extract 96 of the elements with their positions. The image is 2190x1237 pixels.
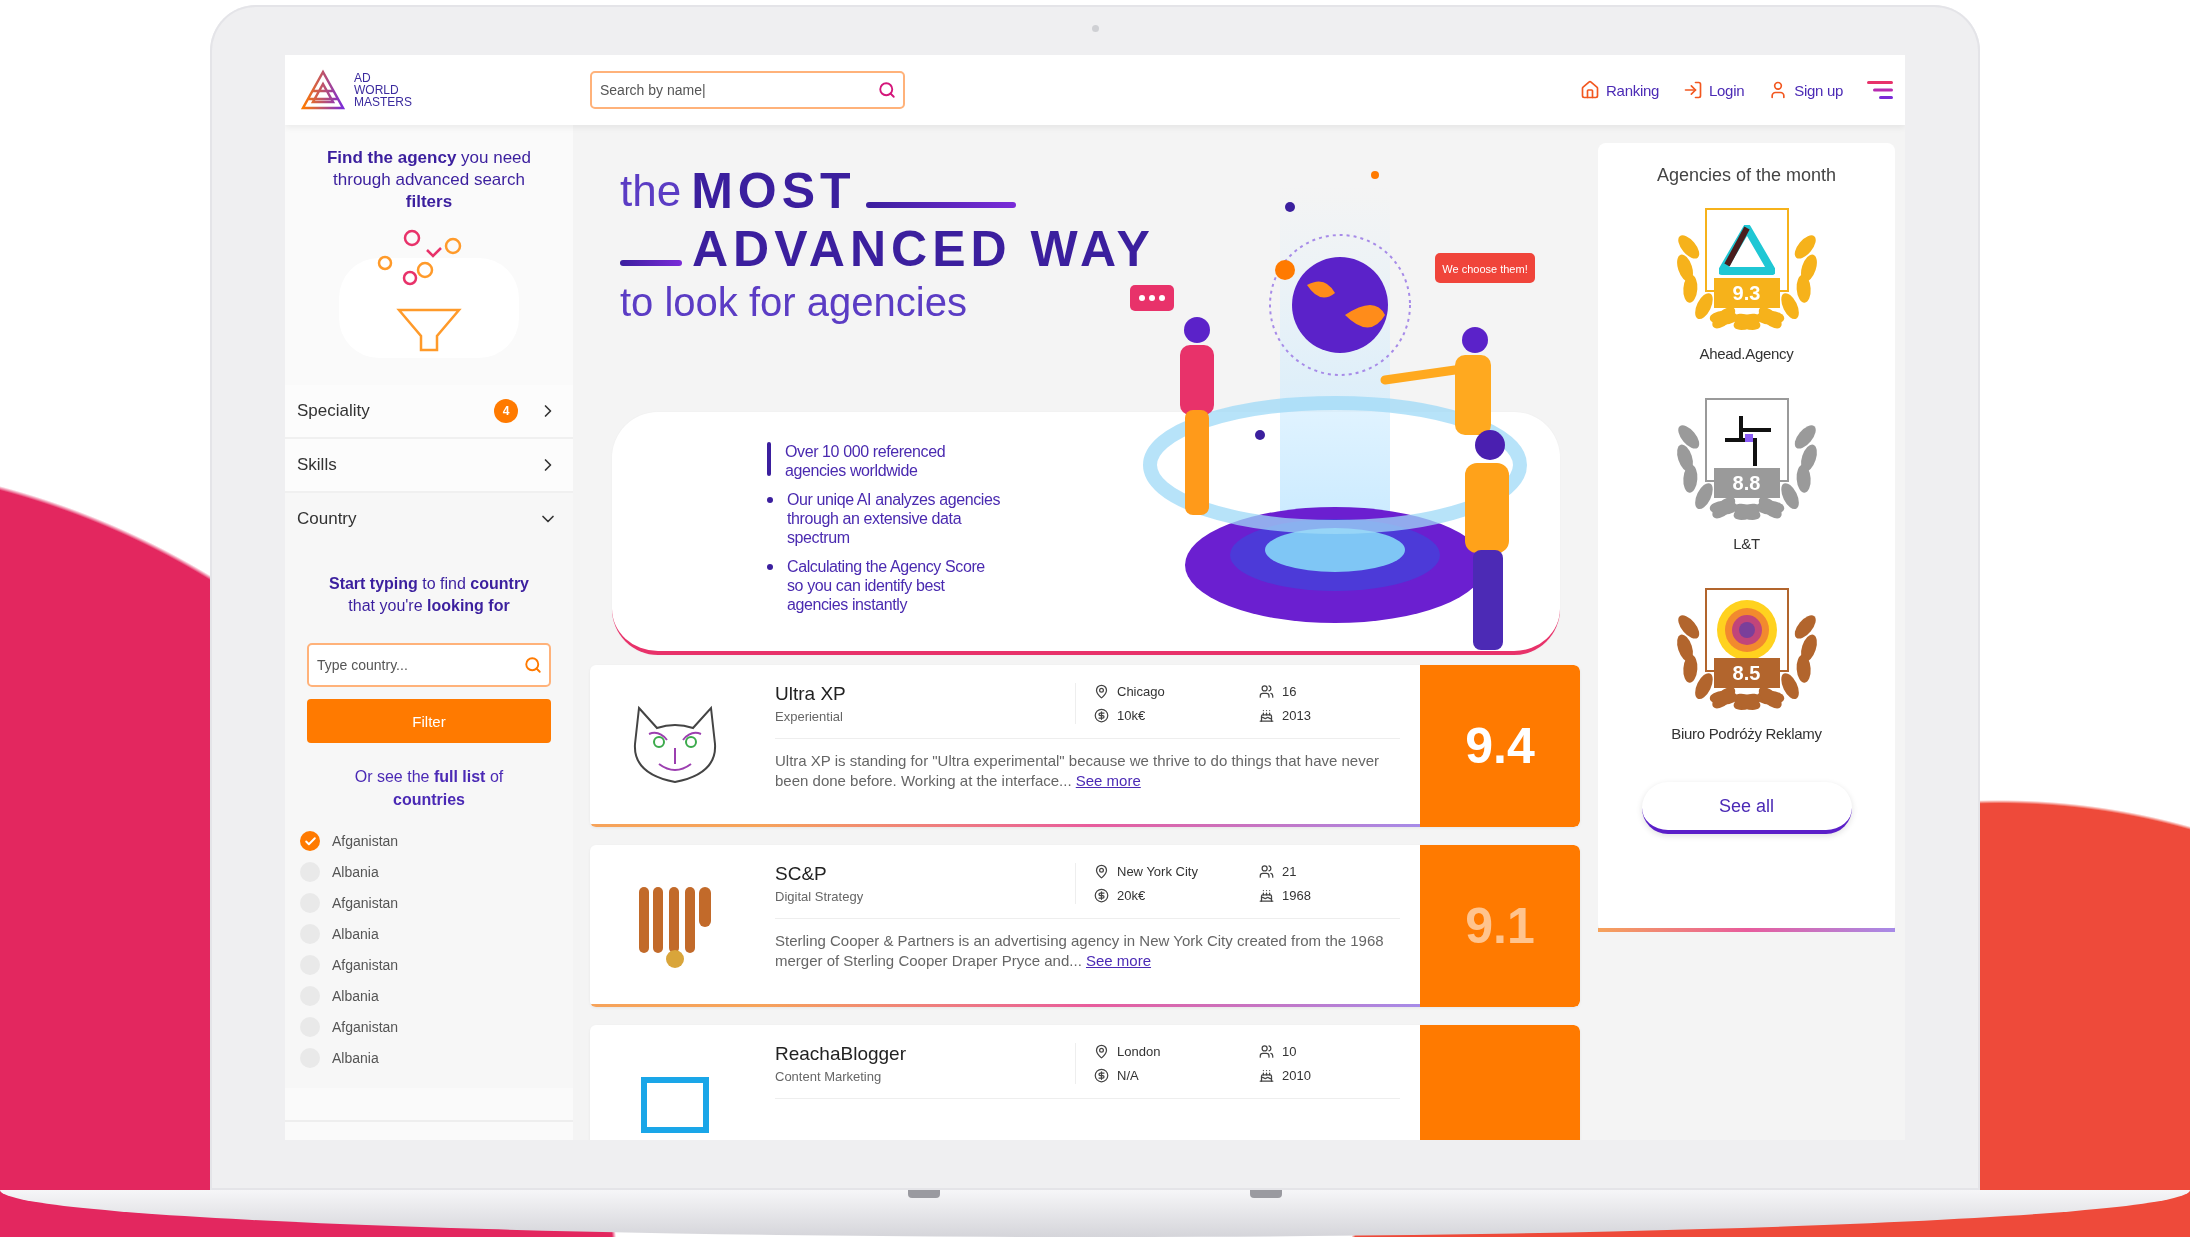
location-pin-icon: [1094, 1043, 1109, 1059]
hero-title-bold: ADVANCED WAY: [692, 220, 1155, 278]
agency-card[interactable]: ReachaBlogger Content Marketing London 10 N/A 2010: [590, 1025, 1580, 1140]
coin-icon: [1094, 1068, 1109, 1084]
cake-icon: [1259, 1068, 1274, 1084]
nav-link[interactable]: Ranking: [1580, 80, 1659, 100]
nav-link[interactable]: Sign up: [1768, 80, 1843, 100]
agency-employees: 10: [1282, 1043, 1297, 1059]
agency-category: Experiential: [775, 709, 844, 724]
hero-subtitle: to look for agencies: [620, 280, 968, 325]
count-badge: 4: [494, 399, 518, 423]
medal-score: 8.8: [1713, 468, 1780, 498]
country-option[interactable]: Albania: [300, 924, 558, 944]
sidebar-intro-text: Find the agency you need through advanced search filters: [325, 147, 533, 213]
agency-employees: 16: [1282, 683, 1297, 699]
check-icon: [303, 834, 317, 848]
coin-icon: [1094, 888, 1109, 904]
country-option[interactable]: Albania: [300, 862, 558, 882]
agency-founded: 1968: [1282, 888, 1311, 904]
country-label: Afganistan: [332, 1019, 399, 1035]
agency-category: Digital Strategy: [775, 889, 865, 904]
speech-bubble-text: We choose them!: [1442, 263, 1528, 275]
medal-score: 8.5: [1713, 658, 1780, 688]
agency-budget: N/A: [1117, 1068, 1139, 1084]
full-list-link[interactable]: Or see the full list of countries: [329, 765, 529, 811]
country-option[interactable]: Albania: [300, 1048, 558, 1068]
filter-label: Speciality: [297, 401, 371, 421]
agency-budget: 10k€: [1117, 708, 1146, 724]
country-option[interactable]: Afganistan: [300, 831, 558, 851]
filter-label: Skills: [297, 455, 338, 475]
nav-link[interactable]: Login: [1683, 80, 1745, 100]
agency-employees: 21: [1282, 863, 1297, 879]
coin-icon: [1094, 708, 1109, 724]
cake-icon: [1259, 888, 1274, 904]
agency-card[interactable]: Ultra XP Experiential Chicago 16 10k€ 2013 Ultra XP is standing for "Ultra experimental" because we thrive to do things that have never been done before. Working at the interface... See more 9.4: [590, 665, 1580, 827]
search-icon: [524, 656, 542, 674]
country-option[interactable]: Afganistan: [300, 893, 558, 913]
country-label: Albania: [332, 1050, 379, 1066]
people-icon: [1259, 683, 1274, 699]
country-option[interactable]: Afganistan: [300, 1017, 558, 1037]
agency-budget: 20k€: [1117, 888, 1146, 904]
people-icon: [1259, 863, 1274, 879]
agency-category: Content Marketing: [775, 1069, 883, 1084]
concentric-circles-icon: [1715, 599, 1778, 661]
checkbox[interactable]: [300, 831, 320, 851]
logo-icon[interactable]: [300, 69, 346, 111]
country-label: Albania: [332, 864, 379, 880]
square-frame-logo-icon: [640, 1076, 710, 1133]
feature-text: Calculating the Agency Score so you can identify best agencies instantly: [787, 557, 986, 614]
agency-city: London: [1117, 1043, 1161, 1059]
agency-founded: 2013: [1282, 708, 1311, 724]
home-icon: [1580, 80, 1601, 100]
filter-label: Country: [297, 509, 358, 529]
country-label: Afganistan: [332, 833, 399, 849]
agency-founded: 2010: [1282, 1068, 1311, 1084]
agency-score: 9.4: [1420, 665, 1580, 827]
country-hint-text: Start typing to find country that you're looking for: [327, 574, 530, 616]
agency-city: New York City: [1117, 863, 1198, 879]
agency-name: ReachaBlogger: [775, 1043, 907, 1065]
country-option[interactable]: Afganistan: [300, 955, 558, 975]
logo-text: AD WORLD MASTERS: [354, 72, 412, 108]
agency-name: Ultra XP: [775, 683, 847, 705]
see-more-link[interactable]: See more: [1075, 772, 1141, 789]
hero-title-small: the: [620, 166, 682, 216]
cake-icon: [1259, 708, 1274, 724]
agency-description: Sterling Cooper & Partners is an advertising agency in New York City created from the 1968 merger of Sterling Cooper Draper Pryce and... See more: [775, 931, 1385, 971]
location-pin-icon: [1094, 863, 1109, 879]
agency-card[interactable]: SC&P Digital Strategy New York City 21 20k€ 1968 Sterling Cooper & Partners is an advertising agency in New York City created from the 1968 merger of Sterling Cooper Draper Pryce and... See more 9.1: [590, 845, 1580, 1007]
camera-dot: [1091, 25, 1099, 32]
feature-text: Our uniqe AI analyzes agencies through an extensive data spectrum: [787, 490, 1002, 547]
triangle-logo-icon: [1718, 225, 1775, 275]
location-pin-icon: [1094, 683, 1109, 699]
agency-name: SC&P: [775, 863, 828, 885]
agency-name: Ahead.Agency: [1699, 345, 1794, 362]
agency-score: 9.1: [1420, 845, 1580, 1007]
medal-score: 9.3: [1713, 278, 1780, 308]
panel-title: Agencies of the month: [1656, 165, 1837, 186]
country-label: Afganistan: [332, 895, 399, 911]
country-label: Afganistan: [332, 957, 399, 973]
country-label: Albania: [332, 926, 379, 942]
login-icon: [1683, 80, 1703, 100]
country-option[interactable]: Albania: [300, 986, 558, 1006]
country-search-field[interactable]: Type country...: [307, 643, 551, 687]
agency-description: Ultra XP is standing for "Ultra experimental" because we thrive to do things that have never been done before. Working at the interface... See more: [775, 751, 1381, 791]
people-icon: [1259, 1043, 1274, 1059]
see-more-link[interactable]: See more: [1086, 952, 1152, 969]
agency-city: Chicago: [1117, 683, 1165, 699]
agency-name: L&T: [1733, 535, 1760, 552]
feature-text: Over 10 000 referenced agencies worldwide: [785, 442, 947, 480]
menu-icon[interactable]: [1867, 80, 1893, 100]
country-label: Albania: [332, 988, 379, 1004]
search-field[interactable]: Search by name|: [590, 71, 905, 109]
agency-name: Biuro Podróży Reklamy: [1671, 725, 1822, 742]
search-icon: [878, 81, 896, 99]
see-all-button[interactable]: See all: [1641, 782, 1852, 834]
hero-title-bold: MOST: [691, 162, 856, 220]
